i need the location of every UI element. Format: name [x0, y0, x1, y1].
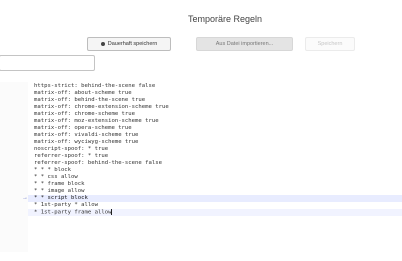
dot-icon [100, 42, 105, 46]
text-cursor [111, 209, 113, 215]
rule-line: * * frame block [34, 181, 85, 187]
save-label: Speichern [317, 41, 343, 47]
rules-editor[interactable]: https-strict: behind-the-scene false matr… [0, 82, 402, 252]
import-from-file-label: Aus Datei importieren... [215, 41, 274, 47]
save-permanently-label: Dauerhaft speichern [107, 41, 158, 47]
arrow-right-icon: → [22, 195, 28, 201]
filter-input[interactable] [0, 55, 95, 71]
rule-line: matrix-off: opera-scheme true [34, 125, 132, 131]
rule-line: https-strict: behind-the-scene false [34, 83, 156, 89]
rule-line: matrix-off: behind-the-scene true [34, 97, 146, 103]
rule-line: * 1st-party frame allow [34, 209, 113, 216]
rule-line: * * css allow [34, 174, 78, 180]
rule-line: noscript-spoof: * true [34, 146, 109, 152]
rule-line: * 1st-party * allow [34, 202, 98, 208]
page-title: Temporäre Regeln [187, 14, 263, 24]
save-permanently-button[interactable]: Dauerhaft speichern [87, 37, 171, 51]
rule-line: * * * block [34, 167, 72, 173]
rule-line: referrer-spoof: * true [34, 153, 109, 159]
editor-gutter [0, 82, 28, 252]
import-from-file-button[interactable]: Aus Datei importieren... [196, 37, 293, 51]
rule-line: matrix-off: about-scheme true [34, 90, 132, 96]
rule-line: * * image allow [34, 188, 85, 194]
rule-line: matrix-off: wyciwyg-scheme true [34, 139, 139, 145]
rule-line: matrix-off: moz-extension-scheme true [34, 118, 159, 124]
save-button[interactable]: Speichern [305, 37, 355, 51]
rule-line: matrix-off: chrome-extension-scheme true [34, 104, 169, 110]
rule-line: referrer-spoof: behind-the-scene false [34, 160, 162, 166]
rule-line: matrix-off: chrome-scheme true [34, 111, 136, 117]
rule-line: * * script block [34, 195, 88, 201]
rule-line: matrix-off: vivaldi-scheme true [34, 132, 139, 138]
